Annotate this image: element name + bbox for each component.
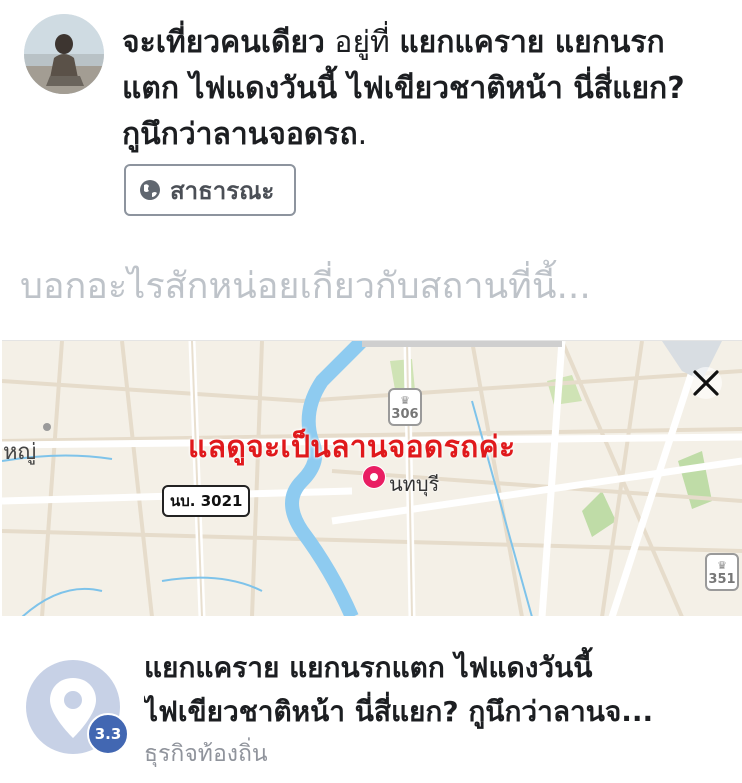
map-view[interactable]: [2, 340, 742, 617]
privacy-label: สาธารณะ: [170, 176, 275, 205]
shield-351-label: 351: [708, 572, 736, 587]
place-name-line-2: ไฟเขียวชาติหน้า นี่สี่แยก? กูนึกว่าลานจ.…: [144, 695, 654, 728]
close-map-button[interactable]: [688, 365, 724, 401]
place-category: ธุรกิจท้องถิ่น: [144, 741, 268, 767]
status-place-line-3[interactable]: กูนึกว่าลานจอดรถ: [122, 117, 358, 152]
route-label: นบ. 3021: [162, 485, 251, 517]
rating-badge: 3.3: [87, 713, 129, 755]
city-label: นทบุรี: [389, 472, 440, 496]
globe-icon: [140, 180, 160, 200]
privacy-button[interactable]: สาธารณะ: [124, 164, 296, 216]
map-place-label: หญู่: [3, 440, 37, 465]
place-name-line-1: แยกแคราย แยกนรกแตก ไฟแดงวันนี้: [144, 651, 593, 684]
status-place-line-2[interactable]: แตก ไฟแดงวันนี้ ไฟเขียวชาติหน้า นี่สี่แย…: [122, 71, 685, 106]
avatar-image: [24, 14, 104, 94]
status-place-line-1[interactable]: แยกแคราย แยกนรก: [399, 25, 664, 60]
close-icon: [690, 367, 722, 399]
post-header: จะเที่ยวคนเดียว อยู่ที่ แยกแคราย แยกนรก …: [0, 0, 742, 235]
status-connector: อยู่ที่: [324, 25, 400, 60]
map-canvas: [2, 341, 742, 617]
highway-shield-351: ♛ 351: [705, 553, 739, 591]
status-main: จะเที่ยวคนเดียว: [122, 25, 325, 60]
avatar[interactable]: [24, 14, 104, 94]
shield-306-label: 306: [391, 407, 419, 422]
status-text: จะเที่ยวคนเดียว อยู่ที่ แยกแคราย แยกนรก …: [122, 20, 722, 158]
place-name[interactable]: แยกแคราย แยกนรกแตก ไฟแดงวันนี้ ไฟเขียวชา…: [144, 646, 724, 734]
place-description-input[interactable]: บอกอะไรสักหน่อยเกี่ยวกับสถานที่นี้...: [20, 262, 720, 312]
highway-shield-306: ♛ 306: [388, 388, 422, 426]
map-annotation: แลดูจะเป็นลานจอดรถค่ะ: [188, 430, 516, 465]
status-end: .: [357, 117, 368, 152]
